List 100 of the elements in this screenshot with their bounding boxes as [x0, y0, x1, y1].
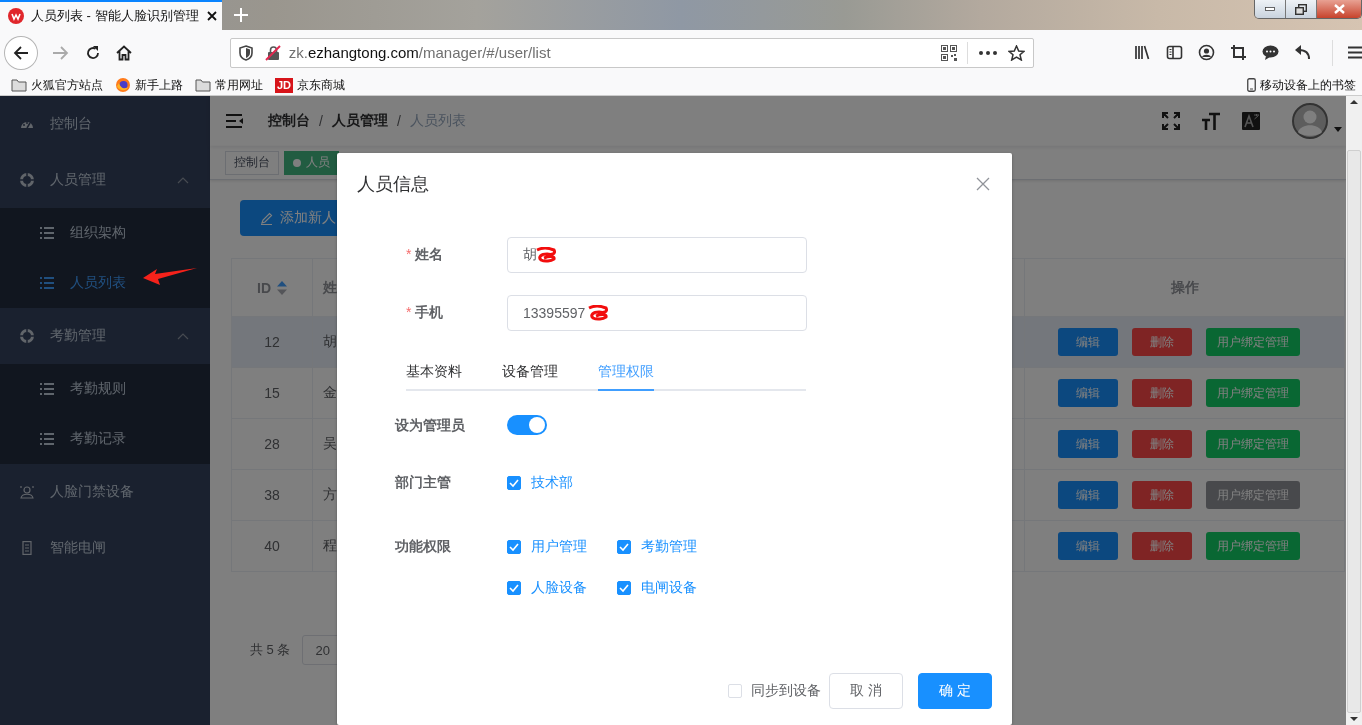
page-tag[interactable]: 控制台: [225, 150, 279, 175]
table-cell: 程: [323, 537, 337, 553]
back-arrow-icon: [12, 44, 29, 61]
edit-button[interactable]: 编辑: [1057, 328, 1118, 356]
sidebar-item[interactable]: 人员管理: [0, 152, 210, 208]
breadcrumb-separator: /: [319, 113, 323, 129]
checkbox-label[interactable]: 技术部: [531, 473, 573, 492]
chat-icon[interactable]: [1262, 44, 1279, 61]
delete-button[interactable]: 删除: [1131, 430, 1192, 458]
star-icon[interactable]: [1008, 44, 1025, 61]
text-size-icon[interactable]: [1202, 112, 1220, 130]
home-icon[interactable]: [115, 44, 132, 61]
checkbox[interactable]: [617, 539, 631, 554]
pencil-icon: [260, 211, 273, 225]
delete-button[interactable]: 删除: [1131, 532, 1192, 560]
list-icon: [40, 226, 54, 240]
total-count: 共 5 条: [250, 641, 291, 659]
bookmark-link[interactable]: 火狐官方站点: [11, 76, 103, 94]
url-field[interactable]: zk.ezhangtong.com/manager/#/user/list: [229, 37, 1034, 68]
sidebar-item[interactable]: 控制台: [0, 96, 210, 152]
input-field[interactable]: 13395597: [507, 295, 807, 331]
bookmark-link[interactable]: 常用网址: [195, 76, 263, 94]
menu-fold-icon[interactable]: [226, 114, 243, 128]
bookmark-link[interactable]: JD 京东商城: [275, 76, 346, 94]
insecure-lock-icon: [264, 44, 281, 61]
menu-icon[interactable]: [1348, 46, 1362, 59]
edit-button[interactable]: 编辑: [1057, 379, 1118, 407]
sidebar-item[interactable]: 组织架构: [0, 208, 210, 258]
close-icon: [1333, 4, 1345, 14]
checkbox-label[interactable]: 同步到设备: [751, 682, 821, 700]
new-tab-icon[interactable]: [234, 8, 248, 22]
account-icon[interactable]: [1198, 44, 1215, 61]
site-logo-icon: [8, 8, 24, 24]
minimize-button[interactable]: [1255, 0, 1286, 18]
restore-icon: [1295, 3, 1307, 15]
delete-button[interactable]: 删除: [1131, 379, 1192, 407]
field-label: 设为管理员: [395, 416, 466, 435]
library-icon[interactable]: [1134, 44, 1151, 61]
sidebar-icon[interactable]: [1166, 44, 1183, 61]
field-label: 功能权限: [395, 537, 452, 556]
table-cell: 12: [264, 334, 280, 350]
redaction-scribble: [535, 247, 557, 263]
sidebar-item[interactable]: 考勤管理: [0, 308, 210, 364]
edit-button[interactable]: 编辑: [1057, 481, 1118, 509]
checkbox-label[interactable]: 电闸设备: [641, 578, 697, 597]
checkbox[interactable]: [507, 580, 521, 595]
checkbox[interactable]: [617, 580, 631, 595]
checkbox[interactable]: [507, 539, 521, 554]
shield-icon: [238, 44, 253, 61]
breadcrumb-link[interactable]: 人员管理: [331, 112, 388, 130]
table-cell: 金: [323, 384, 337, 400]
fullscreen-icon[interactable]: [1162, 112, 1180, 130]
breadcrumb-link[interactable]: 控制台: [268, 112, 310, 130]
bind-button[interactable]: 用户绑定管理: [1205, 532, 1300, 560]
sidebar-item[interactable]: 考勤记录: [0, 414, 210, 464]
page-tag[interactable]: 人员: [284, 150, 339, 175]
more-icon[interactable]: [979, 50, 997, 55]
checkbox-label[interactable]: 用户管理: [531, 537, 587, 556]
window-close-button[interactable]: [1317, 0, 1361, 18]
bookmark-link[interactable]: 移动设备上的书签: [1247, 76, 1356, 94]
ring-icon: [20, 329, 34, 343]
bind-button[interactable]: 用户绑定管理: [1205, 328, 1300, 356]
table-cell: 方: [323, 486, 337, 502]
edit-button[interactable]: 编辑: [1057, 430, 1118, 458]
sidebar-item[interactable]: 人员列表: [0, 258, 210, 308]
avatar-icon[interactable]: [1292, 103, 1328, 139]
checkbox-label[interactable]: 人脸设备: [531, 578, 587, 597]
bind-button[interactable]: 用户绑定管理: [1205, 430, 1300, 458]
toggle-switch[interactable]: [507, 415, 547, 435]
reload-icon[interactable]: [84, 44, 101, 61]
delete-button[interactable]: 删除: [1131, 481, 1192, 509]
sidebar-item[interactable]: 人脸门禁设备: [0, 464, 210, 520]
checkbox-label[interactable]: 考勤管理: [641, 537, 697, 556]
undo-icon[interactable]: [1294, 44, 1311, 61]
maximize-button[interactable]: [1286, 0, 1317, 18]
bookmark-link[interactable]: 新手上路: [115, 76, 183, 94]
table-cell: 28: [264, 436, 280, 452]
bind-button[interactable]: 用户绑定管理: [1205, 379, 1300, 407]
list-icon: [40, 432, 54, 446]
translate-icon[interactable]: [1242, 112, 1260, 130]
browser-tab[interactable]: 人员列表 - 智能人脸识别管理: [0, 0, 222, 30]
confirm-button[interactable]: 确 定: [918, 673, 992, 709]
delete-button[interactable]: 删除: [1131, 328, 1192, 356]
back-button[interactable]: [4, 35, 38, 70]
table-cell: 38: [264, 487, 280, 503]
sidebar-item[interactable]: 考勤规则: [0, 364, 210, 414]
caret-icon[interactable]: [1334, 126, 1342, 132]
redaction-scribble: [587, 305, 609, 321]
checkbox[interactable]: [507, 475, 521, 490]
close-icon[interactable]: [205, 10, 218, 22]
qr-code-icon[interactable]: [941, 44, 957, 61]
url-text: zk.ezhangtong.com/manager/#/user/list: [288, 44, 552, 61]
field-label: * 姓名: [406, 246, 445, 264]
crop-icon[interactable]: [1230, 44, 1247, 61]
tab[interactable]: 管理权限: [598, 351, 654, 391]
edit-button[interactable]: 编辑: [1057, 532, 1118, 560]
sidebar-item[interactable]: 智能电闸: [0, 520, 210, 576]
scrollbar-thumb[interactable]: [1347, 150, 1361, 713]
input-field[interactable]: 胡: [507, 237, 807, 273]
cancel-button[interactable]: 取 消: [829, 673, 903, 709]
